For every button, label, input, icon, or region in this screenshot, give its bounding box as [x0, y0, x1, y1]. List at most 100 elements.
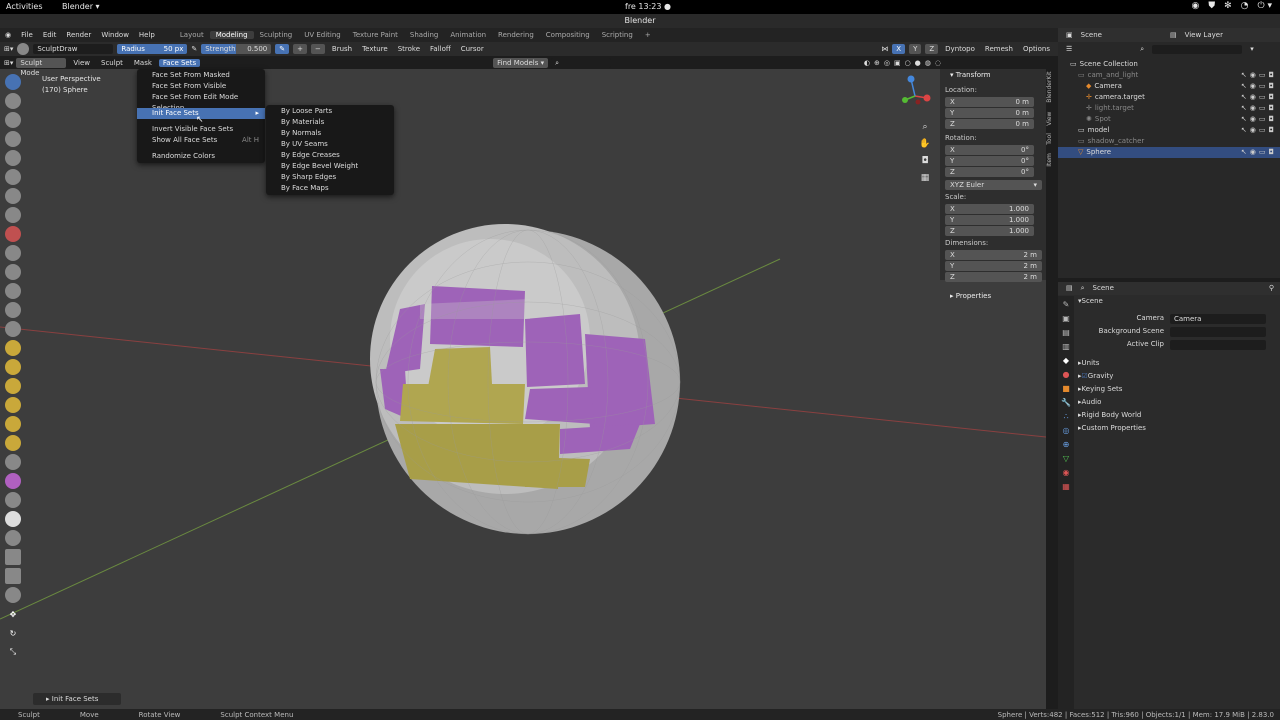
camera-field[interactable]: Camera	[1170, 313, 1266, 324]
scene-panel-header[interactable]: ▾ Scene	[1078, 295, 1280, 308]
menu-file[interactable]: File	[16, 31, 38, 39]
editor-type-icon[interactable]: ▤	[1066, 282, 1073, 295]
view-layer-tab-icon[interactable]: ▥	[1062, 342, 1070, 351]
select-icon[interactable]: ↖	[1241, 92, 1247, 103]
camera-view-icon[interactable]: ◘	[918, 154, 932, 168]
clay-strips-brush-icon[interactable]	[5, 131, 21, 147]
clay-thumb-brush-icon[interactable]	[5, 150, 21, 166]
symmetry-z-toggle[interactable]: Z	[925, 44, 939, 54]
properties-panel-header[interactable]: ▸ Properties	[940, 290, 1046, 302]
tab-animation[interactable]: Animation	[444, 31, 492, 39]
tray-icon[interactable]: ◉	[1191, 1, 1199, 11]
scrape-brush-icon[interactable]	[5, 302, 21, 318]
simplify-brush-icon[interactable]	[5, 511, 21, 527]
eye-icon[interactable]: ◉	[1250, 92, 1256, 103]
outliner-item-cam-and-light[interactable]: ▭ cam_and_light ↖ ◉ ▭ ◘	[1058, 70, 1280, 81]
menu-item-show-all-face-sets[interactable]: Show All Face Sets Alt H	[137, 135, 265, 146]
filter-icon[interactable]: ▾	[1250, 45, 1254, 53]
editor-type-icon[interactable]: ⊞▾	[4, 45, 13, 53]
search-icon[interactable]: ⌕	[1081, 282, 1085, 295]
search-icon[interactable]: ⌕	[1140, 45, 1144, 54]
monitor-icon[interactable]: ▭	[1259, 81, 1266, 92]
blender-logo-icon[interactable]: ◉	[0, 31, 16, 39]
strength-pressure-toggle[interactable]: ✎	[275, 44, 290, 54]
nudge-brush-icon[interactable]	[5, 454, 21, 470]
submenu-item-by-face-maps[interactable]: By Face Maps	[266, 183, 394, 194]
dyntopo-menu[interactable]: Dyntopo	[942, 45, 978, 53]
tab-modeling[interactable]: Modeling	[209, 31, 254, 39]
background-scene-field[interactable]	[1170, 326, 1266, 337]
snake-hook-brush-icon[interactable]	[5, 397, 21, 413]
remesh-menu[interactable]: Remesh	[982, 45, 1016, 53]
thumb-brush-icon[interactable]	[5, 416, 21, 432]
select-icon[interactable]: ↖	[1241, 147, 1247, 158]
location-z-field[interactable]: Z0 m	[945, 119, 1034, 129]
camera-icon[interactable]: ◘	[1268, 114, 1274, 125]
solid-shading-icon[interactable]: ●	[915, 59, 921, 67]
select-icon[interactable]: ↖	[1241, 81, 1247, 92]
outliner-item-light-target[interactable]: ✛ light.target ↖ ◉ ▭ ◘	[1058, 103, 1280, 114]
eye-icon[interactable]: ◉	[1250, 81, 1256, 92]
monitor-icon[interactable]: ▭	[1259, 103, 1266, 114]
camera-icon[interactable]: ◘	[1268, 147, 1274, 158]
falloff-menu[interactable]: Falloff	[427, 45, 454, 53]
texture-tab-icon[interactable]: ▦	[1062, 482, 1070, 491]
tray-icon[interactable]: ✻	[1224, 1, 1232, 11]
tray-icon[interactable]: ◔	[1241, 1, 1249, 11]
scale-x-field[interactable]: X 1.000	[945, 204, 1034, 214]
dimensions-x-field[interactable]: X2 m	[945, 250, 1042, 260]
camera-icon[interactable]: ◘	[1268, 92, 1274, 103]
particles-tab-icon[interactable]: ∴	[1063, 412, 1068, 421]
output-tab-icon[interactable]: ▤	[1062, 328, 1070, 337]
menu-item-invert-visible-face-sets[interactable]: Invert Visible Face Sets	[137, 124, 265, 135]
brush-icon[interactable]	[17, 43, 30, 55]
direction-subtract-button[interactable]: −	[311, 44, 325, 54]
tab-blenderkit[interactable]: BlenderKit	[1046, 72, 1056, 103]
box-hide-icon[interactable]	[5, 568, 21, 584]
mesh-filter-icon[interactable]	[5, 587, 21, 603]
mode-selector[interactable]: Sculpt Mode	[16, 57, 67, 77]
rendered-shading-icon[interactable]: ◌	[935, 59, 941, 67]
tab-tool[interactable]: Tool	[1046, 133, 1056, 145]
menu-view[interactable]: View	[69, 59, 94, 67]
object-tab-icon[interactable]: ■	[1062, 384, 1070, 393]
stroke-menu[interactable]: Stroke	[395, 45, 423, 53]
texture-menu[interactable]: Texture	[359, 45, 391, 53]
select-icon[interactable]: ↖	[1241, 125, 1247, 136]
activities-button[interactable]: Activities	[6, 2, 43, 11]
outliner-item-camera-target[interactable]: ✛ camera.target ↖ ◉ ▭ ◘	[1058, 92, 1280, 103]
tab-texture-paint[interactable]: Texture Paint	[347, 31, 404, 39]
rotate-brush-icon[interactable]	[5, 473, 21, 489]
brush-menu[interactable]: Brush	[329, 45, 355, 53]
menu-sculpt[interactable]: Sculpt	[97, 59, 127, 67]
rotation-y-field[interactable]: Y 0°	[945, 156, 1034, 166]
tool-tab-icon[interactable]: ✎	[1063, 300, 1070, 309]
menu-window[interactable]: Window	[96, 31, 134, 39]
scene-selector[interactable]: Scene	[1081, 31, 1102, 39]
menu-help[interactable]: Help	[134, 31, 160, 39]
cursor-menu[interactable]: Cursor	[458, 45, 487, 53]
flatten-brush-icon[interactable]	[5, 264, 21, 280]
editor-type-icon[interactable]: ⊞▾	[4, 59, 13, 67]
camera-icon[interactable]: ◘	[1268, 125, 1274, 136]
custom-properties-panel[interactable]: ▸ Custom Properties	[1078, 422, 1280, 435]
zoom-icon[interactable]: ⌕	[918, 120, 932, 134]
camera-icon[interactable]: ◘	[1268, 81, 1274, 92]
dimensions-y-field[interactable]: Y2 m	[945, 261, 1042, 271]
material-shading-icon[interactable]: ◍	[925, 59, 931, 67]
symmetry-x-toggle[interactable]: X	[892, 44, 906, 54]
scale-z-field[interactable]: Z 1.000	[945, 226, 1034, 236]
radius-slider[interactable]: Radius 50 px	[117, 44, 188, 54]
eye-icon[interactable]: ◉	[1250, 125, 1256, 136]
menu-face-sets[interactable]: Face Sets	[158, 58, 201, 67]
overlay-icon[interactable]: ◎	[884, 59, 890, 67]
location-x-field[interactable]: X0 m	[945, 97, 1034, 107]
pose-brush-icon[interactable]	[5, 435, 21, 451]
view-layer-selector[interactable]: View Layer	[1185, 31, 1223, 39]
draw-sharp-brush-icon[interactable]	[5, 93, 21, 109]
rotation-z-field[interactable]: Z 0°	[945, 167, 1034, 177]
blob-brush-icon[interactable]	[5, 207, 21, 223]
move-tool-icon[interactable]: ✥	[5, 606, 21, 622]
submenu-item-by-edge-creases[interactable]: By Edge Creases	[266, 150, 394, 161]
select-icon[interactable]: ↖	[1241, 114, 1247, 125]
